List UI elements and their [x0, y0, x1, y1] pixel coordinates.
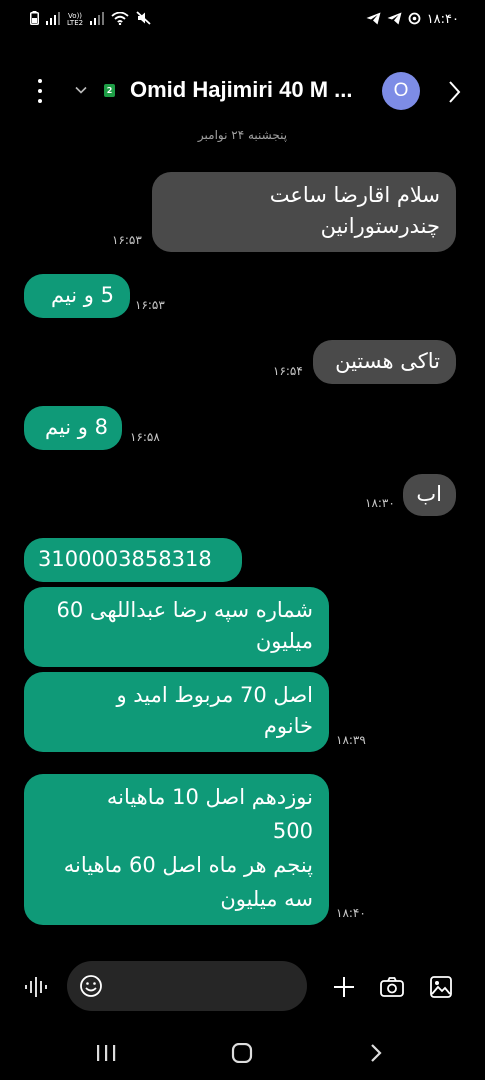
- chevron-right-icon[interactable]: [447, 80, 461, 108]
- status-right: ۱۸:۴۰: [366, 10, 459, 29]
- message-time: ۱۸:۳۰: [365, 496, 395, 510]
- camera-icon[interactable]: [380, 977, 404, 1001]
- message-bubble-received[interactable]: اصل 70 مربوط امید و خانوم: [24, 672, 329, 752]
- signal-icon: [90, 10, 105, 29]
- message-bubble-received[interactable]: شماره سپه رضا عبداللهی 60 میلیون: [24, 587, 329, 667]
- status-left: Vo)) LTE2: [30, 10, 151, 29]
- voice-icon[interactable]: [24, 976, 48, 1002]
- lte-label: LTE2: [67, 18, 84, 27]
- message-bubble-received[interactable]: نوزدهم اصل 10 ماهیانه 500 پنجم هر ماه اص…: [24, 774, 329, 925]
- message-bubble-sent[interactable]: تاکی هستین: [313, 340, 456, 384]
- message-time: ۱۶:۵۳: [112, 233, 142, 247]
- network-type-label: Vo)) LTE2: [67, 12, 84, 27]
- telegram-icon: [366, 10, 381, 29]
- message-time: ۱۶:۵۴: [273, 364, 303, 378]
- date-separator: پنجشنبه ۲۴ نوامبر: [197, 128, 288, 142]
- message-bubble-received[interactable]: 3100003858318: [24, 538, 242, 582]
- message-bubble-received[interactable]: 8 و نیم: [24, 406, 122, 450]
- home-icon[interactable]: [231, 1042, 253, 1067]
- message-time: ۱۸:۴۰: [336, 906, 366, 920]
- message-bubble-sent[interactable]: سلام اقارضا ساعت چندرستورانین: [152, 172, 456, 252]
- status-time: ۱۸:۴۰: [426, 12, 459, 27]
- avatar[interactable]: O: [382, 72, 420, 110]
- message-time: ۱۶:۵۸: [130, 430, 160, 444]
- more-options-icon[interactable]: [30, 79, 50, 103]
- gallery-icon[interactable]: [430, 976, 452, 1002]
- status-bar: Vo)) LTE2 ۱۸:۴۰: [0, 0, 485, 38]
- chevron-down-icon[interactable]: [74, 82, 88, 101]
- message-input-bar: [0, 960, 485, 1016]
- message-bubble-received[interactable]: 5 و نیم: [24, 274, 130, 318]
- wifi-icon: [111, 10, 129, 29]
- sync-icon: [408, 10, 421, 29]
- emoji-icon[interactable]: [79, 974, 103, 1002]
- battery-icon: [30, 10, 39, 29]
- message-input[interactable]: [67, 961, 307, 1011]
- signal-icon: [46, 10, 60, 29]
- telegram-icon: [387, 10, 402, 29]
- contact-name[interactable]: Omid Hajimiri 40 M ...: [130, 77, 353, 103]
- conversation-header: 2 Omid Hajimiri 40 M ... O: [0, 62, 485, 120]
- message-bubble-sent[interactable]: اب: [403, 474, 456, 516]
- sim-badge: 2: [104, 84, 115, 97]
- back-icon[interactable]: [369, 1043, 383, 1067]
- message-time: ۱۶:۵۳: [135, 298, 165, 312]
- system-nav-bar: [0, 1030, 485, 1080]
- mute-icon: [136, 10, 151, 29]
- message-time: ۱۸:۳۹: [336, 733, 366, 747]
- recents-icon[interactable]: [96, 1044, 116, 1066]
- plus-icon[interactable]: [333, 976, 355, 1002]
